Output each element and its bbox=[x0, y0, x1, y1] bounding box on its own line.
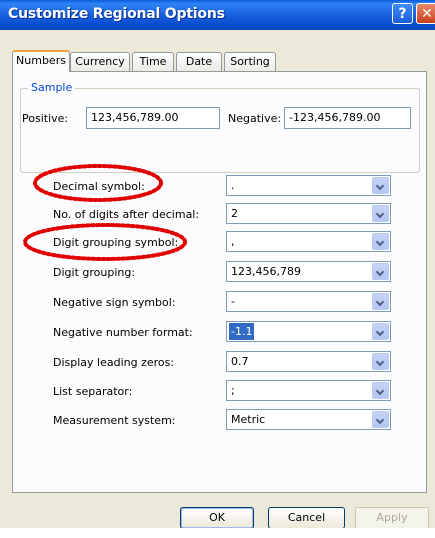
display-leading-zeros-dropdown[interactable]: 0.7 bbox=[226, 351, 391, 372]
digits-after-decimal-value: 2 bbox=[231, 207, 238, 220]
digit-grouping-symbol-value: , bbox=[231, 235, 235, 248]
negative-label: Negative: bbox=[228, 112, 282, 125]
chevron-down-icon[interactable] bbox=[372, 263, 389, 280]
close-icon: ✕ bbox=[421, 6, 433, 22]
list-separator-value: ; bbox=[231, 384, 235, 397]
ok-button[interactable]: OK bbox=[180, 507, 254, 528]
digit-grouping-symbol-label: Digit grouping symbol: bbox=[53, 236, 179, 249]
negative-number-format-label: Negative number format: bbox=[53, 326, 193, 339]
customize-regional-options-dialog: Customize Regional Options ? ✕ Numbers C… bbox=[0, 0, 435, 528]
measurement-system-label: Measurement system: bbox=[53, 414, 176, 427]
close-button[interactable]: ✕ bbox=[416, 3, 435, 24]
apply-button[interactable]: Apply bbox=[355, 507, 429, 528]
negative-sign-symbol-label: Negative sign symbol: bbox=[53, 296, 176, 309]
sample-group bbox=[20, 88, 420, 173]
positive-sample-field: 123,456,789.00 bbox=[86, 107, 220, 129]
help-button[interactable]: ? bbox=[392, 3, 413, 24]
negative-number-format-value: -1.1 bbox=[229, 323, 255, 340]
chevron-down-icon[interactable] bbox=[372, 353, 389, 370]
chevron-down-icon[interactable] bbox=[372, 382, 389, 399]
list-separator-label: List separator: bbox=[53, 385, 133, 398]
measurement-system-dropdown[interactable]: Metric bbox=[226, 409, 391, 430]
window-title: Customize Regional Options bbox=[8, 6, 225, 22]
decimal-symbol-value: . bbox=[231, 179, 235, 192]
measurement-system-value: Metric bbox=[231, 413, 266, 426]
negative-sign-symbol-dropdown[interactable]: - bbox=[226, 291, 391, 312]
digit-grouping-value: 123,456,789 bbox=[231, 265, 301, 278]
tab-date[interactable]: Date bbox=[176, 52, 222, 71]
sample-group-title: Sample bbox=[28, 81, 76, 94]
negative-sample-field: -123,456,789.00 bbox=[284, 107, 411, 129]
decimal-symbol-dropdown[interactable]: . bbox=[226, 175, 391, 196]
chevron-down-icon[interactable] bbox=[372, 323, 389, 340]
chevron-down-icon[interactable] bbox=[372, 293, 389, 310]
negative-number-format-dropdown[interactable]: -1.1 bbox=[226, 321, 391, 342]
list-separator-dropdown[interactable]: ; bbox=[226, 380, 391, 401]
display-leading-zeros-label: Display leading zeros: bbox=[53, 356, 175, 369]
negative-sign-symbol-value: - bbox=[231, 295, 235, 308]
digit-grouping-symbol-dropdown[interactable]: , bbox=[226, 231, 391, 252]
digits-after-decimal-dropdown[interactable]: 2 bbox=[226, 203, 391, 224]
digit-grouping-dropdown[interactable]: 123,456,789 bbox=[226, 261, 391, 282]
digits-after-decimal-label: No. of digits after decimal: bbox=[53, 208, 200, 221]
chevron-down-icon[interactable] bbox=[372, 411, 389, 428]
decimal-symbol-label: Decimal symbol: bbox=[53, 180, 145, 193]
display-leading-zeros-value: 0.7 bbox=[231, 355, 249, 368]
chevron-down-icon[interactable] bbox=[372, 177, 389, 194]
digit-grouping-label: Digit grouping: bbox=[53, 266, 136, 279]
title-bar[interactable]: Customize Regional Options ? ✕ bbox=[0, 0, 435, 30]
tab-currency[interactable]: Currency bbox=[70, 52, 130, 71]
chevron-down-icon[interactable] bbox=[372, 233, 389, 250]
tab-time[interactable]: Time bbox=[132, 52, 174, 71]
chevron-down-icon[interactable] bbox=[372, 205, 389, 222]
positive-label: Positive: bbox=[22, 112, 69, 125]
help-icon: ? bbox=[398, 6, 407, 22]
cancel-button[interactable]: Cancel bbox=[268, 507, 345, 528]
tab-numbers[interactable]: Numbers bbox=[12, 50, 70, 72]
tab-sorting[interactable]: Sorting bbox=[224, 52, 276, 71]
